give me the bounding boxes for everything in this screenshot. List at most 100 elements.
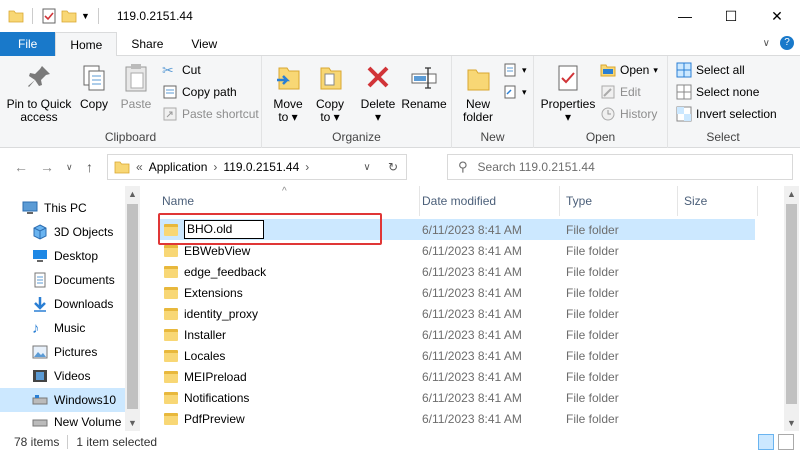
properties-icon[interactable]: [41, 8, 57, 24]
address-row: ← → ∨ ↑ « Application › 119.0.2151.44 › …: [0, 149, 800, 185]
tab-view[interactable]: View: [177, 32, 231, 56]
large-icons-view-icon[interactable]: [778, 434, 794, 450]
nav-item-videos[interactable]: Videos: [0, 364, 125, 388]
delete-icon: [367, 66, 389, 88]
scroll-up-icon[interactable]: ▲: [128, 189, 137, 199]
move-to-button[interactable]: Move to ▾: [270, 62, 306, 124]
table-row[interactable]: edge_feedback 6/11/2023 8:41 AM File fol…: [158, 261, 755, 282]
close-button[interactable]: ✕: [754, 0, 800, 32]
column-header-date[interactable]: Date modified: [416, 186, 560, 216]
chevron-down-icon[interactable]: ▼: [81, 11, 90, 21]
paste-shortcut-icon: [163, 107, 177, 121]
file-date: 6/11/2023 8:41 AM: [422, 369, 522, 384]
select-none-button[interactable]: Select none: [676, 82, 759, 102]
scroll-down-icon[interactable]: ▼: [128, 418, 137, 428]
copy-path-label: Copy path: [182, 85, 237, 99]
table-row[interactable]: identity_proxy 6/11/2023 8:41 AM File fo…: [158, 303, 755, 324]
file-date: 6/11/2023 8:41 AM: [422, 222, 522, 237]
minimize-button[interactable]: —: [662, 0, 708, 32]
details-view-icon[interactable]: [758, 434, 774, 450]
table-row[interactable]: Installer 6/11/2023 8:41 AM File folder: [158, 324, 755, 345]
cube-icon: [33, 224, 47, 240]
select-none-label: Select none: [696, 85, 760, 99]
refresh-icon[interactable]: ↻: [380, 160, 406, 174]
back-arrow-icon[interactable]: ←: [14, 159, 28, 175]
table-row[interactable]: Notifications 6/11/2023 8:41 AM File fol…: [158, 387, 755, 408]
tab-file[interactable]: File: [0, 32, 56, 56]
scroll-down-icon[interactable]: ▼: [787, 418, 796, 428]
chevron-right-icon[interactable]: ›: [213, 160, 217, 174]
column-header-size[interactable]: Size: [678, 186, 758, 216]
scroll-thumb[interactable]: [786, 204, 797, 404]
breadcrumb-overflow[interactable]: «: [136, 160, 143, 174]
paste-shortcut-button[interactable]: Paste shortcut: [162, 104, 259, 124]
chevron-down-icon[interactable]: ∨: [354, 162, 380, 173]
properties-button[interactable]: Properties ▾: [540, 62, 596, 124]
nav-item-music[interactable]: ♪ Music: [0, 316, 125, 340]
folder-icon: [164, 412, 178, 425]
file-list-scrollbar[interactable]: ▲ ▼: [784, 186, 799, 431]
tab-home[interactable]: Home: [55, 32, 118, 57]
easy-access-button[interactable]: ▾: [502, 82, 527, 102]
pin-to-quick-access-button[interactable]: Pin to Quick access: [6, 62, 72, 124]
nav-scrollbar[interactable]: ▲ ▼: [125, 186, 140, 431]
chevron-right-icon[interactable]: ›: [305, 160, 309, 174]
breadcrumb-version[interactable]: 119.0.2151.44: [223, 160, 299, 174]
table-row[interactable]: PdfPreview 6/11/2023 8:41 AM File folder: [158, 408, 755, 429]
breadcrumb-application[interactable]: Application: [149, 160, 208, 174]
nav-item-pictures[interactable]: Pictures: [0, 340, 125, 364]
paste-shortcut-label: Paste shortcut: [182, 107, 259, 121]
nav-item-desktop[interactable]: Desktop: [0, 244, 125, 268]
scroll-up-icon[interactable]: ▲: [787, 189, 796, 199]
forward-arrow-icon[interactable]: →: [40, 159, 54, 175]
highlight-box: [158, 213, 382, 245]
nav-item-documents[interactable]: Documents: [0, 268, 125, 292]
drive-icon: [32, 419, 48, 426]
new-item-button[interactable]: ▾: [502, 60, 527, 80]
folder-icon: [8, 10, 24, 23]
nav-item-new-volume[interactable]: New Volume: [0, 412, 125, 431]
paste-button[interactable]: Paste: [118, 62, 154, 111]
search-box[interactable]: ⚲ Search 119.0.2151.44: [447, 154, 793, 180]
paste-label: Paste: [120, 97, 152, 111]
address-bar[interactable]: « Application › 119.0.2151.44 › ∨ ↻: [107, 154, 407, 180]
invert-selection-button[interactable]: Invert selection: [676, 104, 777, 124]
rename-label: Rename: [401, 97, 447, 111]
recent-locations-chevron-icon[interactable]: ∨: [66, 162, 73, 173]
rename-button[interactable]: Rename: [401, 62, 447, 111]
new-folder-button[interactable]: New folder: [458, 62, 498, 124]
copy-button[interactable]: Copy: [76, 62, 112, 111]
delete-button[interactable]: Delete ▾: [360, 62, 396, 124]
copy-to-button[interactable]: Copy to ▾: [312, 62, 348, 124]
column-header-name[interactable]: Name: [156, 186, 420, 216]
nav-item-downloads[interactable]: Downloads: [0, 292, 125, 316]
file-name: Installer: [184, 327, 227, 342]
help-icon[interactable]: ?: [780, 36, 794, 50]
history-button[interactable]: History: [600, 104, 657, 124]
new-folder-icon[interactable]: [61, 9, 77, 23]
scroll-thumb[interactable]: [127, 204, 138, 409]
drive-icon: [32, 395, 48, 405]
edit-button[interactable]: Edit: [600, 82, 641, 102]
copy-label: Copy: [79, 97, 108, 111]
cut-button[interactable]: ✂ Cut: [162, 60, 201, 80]
table-row[interactable]: MEIPreload 6/11/2023 8:41 AM File folder: [158, 366, 755, 387]
search-icon: ⚲: [458, 159, 468, 174]
nav-item-this-pc[interactable]: This PC: [0, 196, 125, 220]
select-all-button[interactable]: Select all: [676, 60, 745, 80]
copy-path-button[interactable]: Copy path: [162, 82, 237, 102]
column-header-type[interactable]: Type: [560, 186, 678, 216]
table-row[interactable]: Extensions 6/11/2023 8:41 AM File folder: [158, 282, 755, 303]
select-all-icon: [676, 62, 692, 78]
nav-item-windows10[interactable]: Windows10: [0, 388, 125, 412]
nav-label: 3D Objects: [54, 225, 114, 239]
title-bar: ▼ 119.0.2151.44 — ☐ ✕: [0, 0, 800, 32]
file-type: File folder: [566, 369, 619, 384]
chevron-down-icon[interactable]: ∨: [763, 38, 770, 49]
open-button[interactable]: Open ▾: [600, 60, 658, 80]
nav-item-3d-objects[interactable]: 3D Objects: [0, 220, 125, 244]
maximize-button[interactable]: ☐: [708, 0, 754, 32]
up-arrow-icon[interactable]: ↑: [86, 159, 93, 175]
table-row[interactable]: Locales 6/11/2023 8:41 AM File folder: [158, 345, 755, 366]
tab-share[interactable]: Share: [117, 32, 177, 56]
